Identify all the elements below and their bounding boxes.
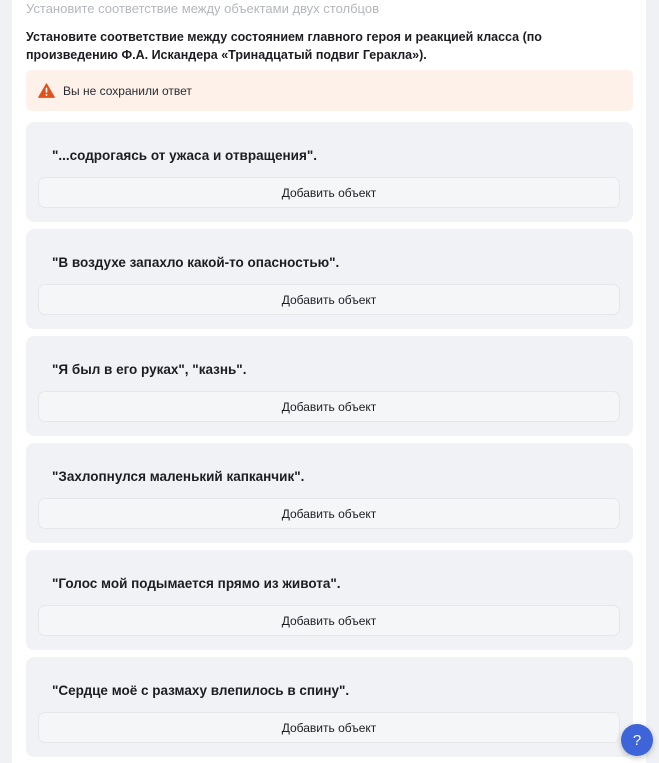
add-object-button[interactable]: Добавить объект <box>38 284 620 315</box>
add-object-button[interactable]: Добавить объект <box>38 605 620 636</box>
help-button[interactable]: ? <box>621 724 653 756</box>
match-item-card: "Голос мой подымается прямо из живота". … <box>26 550 633 650</box>
match-item-phrase: "Я был в его руках", "казнь". <box>52 362 247 377</box>
help-icon: ? <box>632 731 642 749</box>
match-item-phrase: "В воздухе запахло какой-то опасностью". <box>52 255 340 270</box>
add-object-button[interactable]: Добавить объект <box>38 712 620 743</box>
match-item-phrase: "Захлопнулся маленький капканчик". <box>52 469 305 484</box>
match-item-card: "Сердце моё с размаху влепилось в спину"… <box>26 657 633 757</box>
add-object-button[interactable]: Добавить объект <box>38 177 620 208</box>
warning-triangle-icon <box>38 83 55 98</box>
match-item-card: "Я был в его руках", "казнь". Добавить о… <box>26 336 633 436</box>
match-item-phrase: "Сердце моё с размаху влепилось в спину"… <box>52 683 350 698</box>
match-item-card: "Захлопнулся маленький капканчик". Добав… <box>26 443 633 543</box>
match-item-phrase: "...содрогаясь от ужаса и отвращения". <box>52 148 317 163</box>
add-object-button[interactable]: Добавить объект <box>38 391 620 422</box>
match-item-phrase: "Голос мой подымается прямо из живота". <box>52 576 341 591</box>
task-instruction: Установите соответствие между состоянием… <box>26 30 542 62</box>
unsaved-warning: Вы не сохранили ответ <box>26 70 633 111</box>
match-item-card: "...содрогаясь от ужаса и отвращения". Д… <box>26 122 633 222</box>
warning-text: Вы не сохранили ответ <box>63 83 192 98</box>
match-item-card: "В воздухе запахло какой-то опасностью".… <box>26 229 633 329</box>
add-object-button[interactable]: Добавить объект <box>38 498 620 529</box>
task-subtitle: Установите соответствие между объектами … <box>26 1 379 16</box>
